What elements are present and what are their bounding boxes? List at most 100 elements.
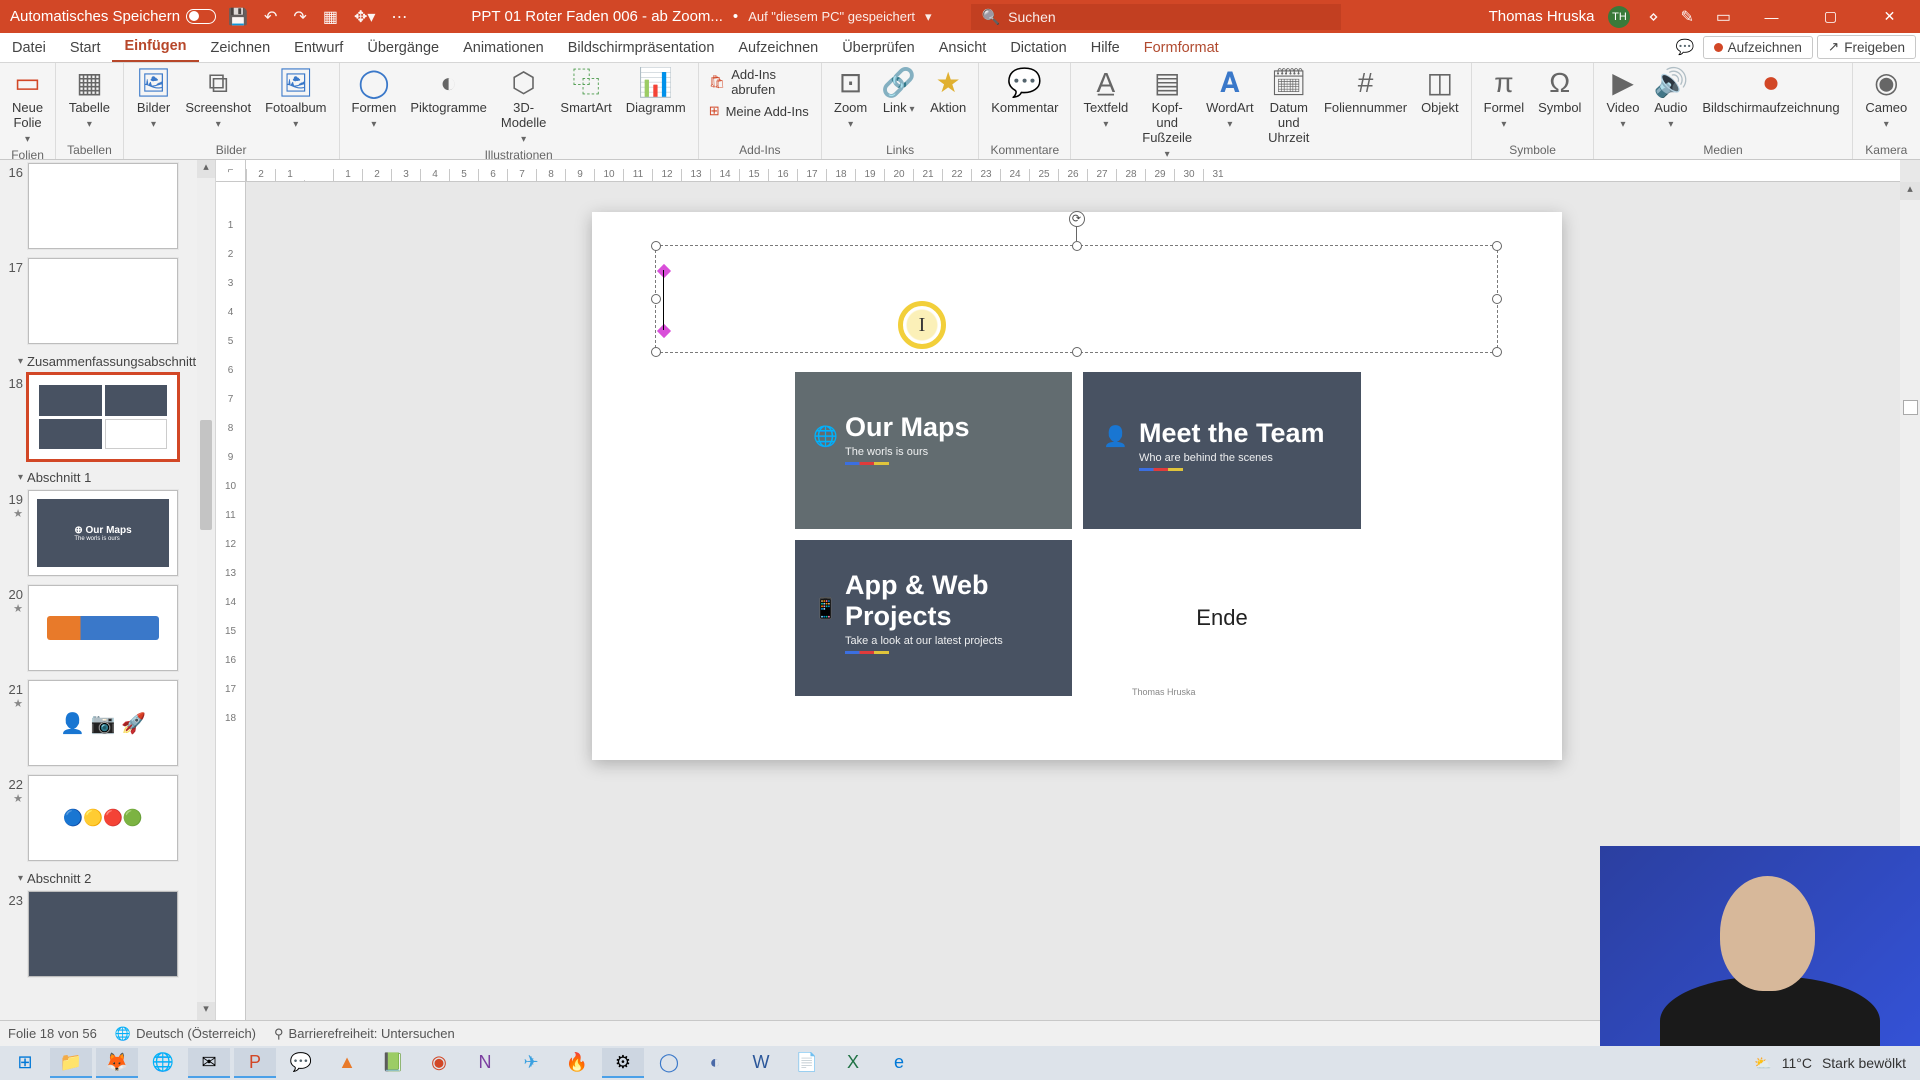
wordart-button[interactable]: 𝐀WordArt bbox=[1200, 65, 1259, 133]
cloud-sync-icon[interactable]: ⋄ bbox=[1644, 7, 1662, 27]
resize-handle[interactable] bbox=[651, 241, 661, 251]
audio-button[interactable]: 🔊Audio bbox=[1647, 65, 1694, 133]
chart-button[interactable]: 📊Diagramm bbox=[620, 65, 692, 118]
cameo-button[interactable]: ◉Cameo bbox=[1859, 65, 1914, 133]
textbox-button[interactable]: A̲Textfeld bbox=[1077, 65, 1134, 133]
tile-app-web[interactable]: 📱 App & Web Projects Take a look at our … bbox=[795, 540, 1072, 696]
photoalbum-button[interactable]: 🖼Fotoalbum bbox=[259, 65, 332, 133]
onenote-icon[interactable]: N bbox=[464, 1048, 506, 1078]
tile-ende[interactable]: Ende bbox=[1083, 540, 1361, 696]
comment-button[interactable]: 💬Kommentar bbox=[985, 65, 1064, 118]
explorer-icon[interactable]: 📁 bbox=[50, 1048, 92, 1078]
comments-icon[interactable]: 💬 bbox=[1668, 35, 1703, 59]
tab-datei[interactable]: Datei bbox=[0, 34, 58, 62]
datetime-button[interactable]: 🗓Datum und Uhrzeit bbox=[1262, 65, 1316, 148]
resize-handle[interactable] bbox=[1492, 294, 1502, 304]
app-icon[interactable]: 📄 bbox=[786, 1048, 828, 1078]
shapes-button[interactable]: ◯Formen bbox=[346, 65, 403, 133]
tile-our-maps[interactable]: 🌐 Our Maps The worls is ours bbox=[795, 372, 1072, 529]
accessibility-status[interactable]: ⚲Barrierefreiheit: Untersuchen bbox=[274, 1026, 455, 1042]
slidenumber-button[interactable]: #Foliennummer bbox=[1318, 65, 1413, 118]
symbol-button[interactable]: ΩSymbol bbox=[1532, 65, 1587, 118]
thumb-18[interactable]: 18 bbox=[0, 371, 197, 466]
video-button[interactable]: ▶Video bbox=[1600, 65, 1645, 133]
maximize-button[interactable]: ▢ bbox=[1808, 8, 1853, 25]
tab-entwurf[interactable]: Entwurf bbox=[282, 34, 355, 62]
selected-textbox[interactable]: I bbox=[655, 245, 1498, 353]
excel-icon[interactable]: X bbox=[832, 1048, 874, 1078]
object-button[interactable]: ◫Objekt bbox=[1415, 65, 1465, 118]
redo-icon[interactable]: ↷ bbox=[289, 7, 310, 27]
chrome-icon[interactable]: 🌐 bbox=[142, 1048, 184, 1078]
resize-handle[interactable] bbox=[1492, 347, 1502, 357]
autosave-toggle[interactable]: Automatisches Speichern bbox=[10, 8, 216, 25]
tab-formformat[interactable]: Formformat bbox=[1132, 34, 1231, 62]
user-name[interactable]: Thomas Hruska bbox=[1489, 8, 1595, 25]
share-button[interactable]: ↗Freigeben bbox=[1817, 35, 1916, 59]
screenrec-button[interactable]: ⏺Bildschirmaufzeichnung bbox=[1696, 65, 1845, 118]
qat-customize-icon[interactable]: ⋯ bbox=[387, 7, 411, 27]
tab-start[interactable]: Start bbox=[58, 34, 113, 62]
record-button[interactable]: Aufzeichnen bbox=[1703, 36, 1813, 59]
pen-icon[interactable]: ✎ bbox=[1676, 7, 1697, 27]
tab-bildschirm[interactable]: Bildschirmpräsentation bbox=[556, 34, 727, 62]
scroll-handle[interactable] bbox=[200, 420, 212, 530]
resize-handle[interactable] bbox=[1492, 241, 1502, 251]
action-button[interactable]: ★Aktion bbox=[924, 65, 972, 118]
tab-hilfe[interactable]: Hilfe bbox=[1079, 34, 1132, 62]
adjust-handle[interactable] bbox=[657, 264, 671, 278]
outlook-icon[interactable]: ✉ bbox=[188, 1048, 230, 1078]
present-icon[interactable]: ▦ bbox=[319, 7, 342, 27]
search-box[interactable]: 🔍 bbox=[971, 4, 1341, 30]
thumb-16[interactable]: 16 bbox=[0, 160, 197, 255]
get-addins-button[interactable]: 🛍Add-Ins abrufen bbox=[705, 65, 815, 99]
telegram-icon[interactable]: ✈ bbox=[510, 1048, 552, 1078]
smartart-button[interactable]: ⿻SmartArt bbox=[554, 65, 617, 118]
tab-zeichnen[interactable]: Zeichnen bbox=[199, 34, 283, 62]
tab-dictation[interactable]: Dictation bbox=[998, 34, 1078, 62]
save-icon[interactable]: 💾 bbox=[224, 7, 252, 27]
minimize-button[interactable]: — bbox=[1749, 9, 1794, 25]
my-addins-button[interactable]: ⊞Meine Add-Ins bbox=[705, 101, 815, 121]
tab-aufzeichnen[interactable]: Aufzeichnen bbox=[726, 34, 830, 62]
resize-handle[interactable] bbox=[651, 347, 661, 357]
tab-animationen[interactable]: Animationen bbox=[451, 34, 556, 62]
scroll-up-icon[interactable]: ▴ bbox=[197, 160, 215, 178]
undo-icon[interactable]: ↶ bbox=[260, 7, 281, 27]
save-location[interactable]: Auf "diesem PC" gespeichert bbox=[748, 9, 915, 24]
zoom-button[interactable]: ⊡Zoom bbox=[828, 65, 873, 133]
thumb-23[interactable]: 23 bbox=[0, 888, 197, 983]
3dmodels-button[interactable]: ⬡3D- Modelle bbox=[495, 65, 553, 148]
system-tray[interactable]: ⛅ 11°C Stark bewölkt bbox=[1754, 1055, 1916, 1072]
obs-icon[interactable]: ⚙ bbox=[602, 1048, 644, 1078]
section-abschnitt1[interactable]: Abschnitt 1 bbox=[0, 466, 197, 487]
new-slide-button[interactable]: ▭Neue Folie bbox=[6, 65, 49, 148]
table-button[interactable]: ▦Tabelle bbox=[62, 65, 117, 133]
resize-handle[interactable] bbox=[1072, 347, 1082, 357]
app-icon[interactable]: ◉ bbox=[418, 1048, 460, 1078]
tab-ueberpruefen[interactable]: Überprüfen bbox=[830, 34, 927, 62]
header-footer-button[interactable]: ▤Kopf- und Fußzeile bbox=[1136, 65, 1198, 163]
search-input[interactable] bbox=[1008, 9, 1331, 25]
equation-button[interactable]: πFormel bbox=[1478, 65, 1530, 133]
app-icon[interactable]: ◯ bbox=[648, 1048, 690, 1078]
firefox-icon[interactable]: 🦊 bbox=[96, 1048, 138, 1078]
thumb-21[interactable]: 21★ 👤 📷 🚀 bbox=[0, 677, 197, 772]
window-layout-icon[interactable]: ▭ bbox=[1712, 7, 1735, 27]
app-icon[interactable]: 💬 bbox=[280, 1048, 322, 1078]
section-zusammenfassung[interactable]: Zusammenfassungsabschnitt bbox=[0, 350, 197, 371]
collaboration-indicator[interactable] bbox=[1903, 400, 1918, 415]
touch-mode-icon[interactable]: ✥▾ bbox=[350, 7, 379, 27]
slidepanel-scrollbar[interactable]: ▴ ▾ bbox=[197, 160, 215, 1020]
app-icon[interactable]: ◐ bbox=[694, 1048, 736, 1078]
close-button[interactable]: ✕ bbox=[1867, 8, 1912, 25]
thumb-22[interactable]: 22★ 🔵🟡🔴🟢 bbox=[0, 772, 197, 867]
app-icon[interactable]: 🔥 bbox=[556, 1048, 598, 1078]
tab-ansicht[interactable]: Ansicht bbox=[927, 34, 999, 62]
rotation-handle-icon[interactable] bbox=[1069, 211, 1085, 227]
scroll-up-icon[interactable]: ▴ bbox=[1900, 182, 1920, 200]
slide-counter[interactable]: Folie 18 von 56 bbox=[8, 1026, 97, 1041]
language-status[interactable]: 🌐Deutsch (Österreich) bbox=[115, 1026, 256, 1042]
resize-handle[interactable] bbox=[1072, 241, 1082, 251]
word-icon[interactable]: W bbox=[740, 1048, 782, 1078]
